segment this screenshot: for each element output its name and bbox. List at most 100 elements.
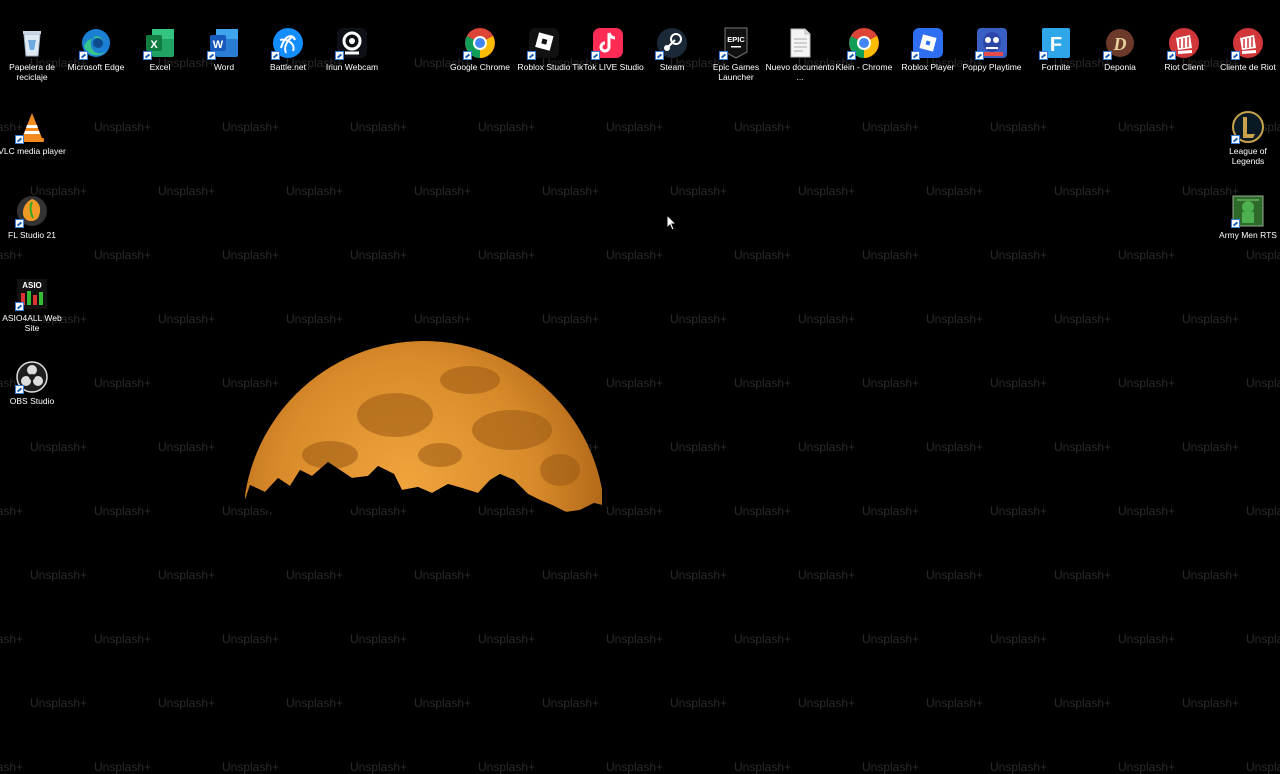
recycle-bin-icon: [15, 26, 49, 60]
desktop-icon-label: Google Chrome: [449, 62, 510, 72]
steam-icon: [655, 26, 689, 60]
shortcut-arrow-icon: [79, 51, 88, 60]
watermark-text: Unsplash+: [734, 760, 792, 774]
desktop-icon-label: ASIO4ALL Web Site: [2, 313, 62, 333]
shortcut-arrow-icon: [15, 135, 24, 144]
desktop-shortcut-edge[interactable]: Microsoft Edge: [64, 22, 128, 102]
epic-games-icon: EPIC: [719, 26, 753, 60]
desktop-icon-label: Excel: [149, 62, 171, 72]
desktop-shortcut-battlenet[interactable]: Battle.net: [256, 22, 320, 102]
fl-studio-icon: [15, 194, 49, 228]
chrome-icon: [847, 26, 881, 60]
desktop-shortcut-poppy-playtime[interactable]: Poppy Playtime: [960, 22, 1024, 102]
desktop-icon-label: Microsoft Edge: [67, 62, 125, 72]
desktop-shortcut-excel[interactable]: X Excel: [128, 22, 192, 102]
army-men-icon: [1231, 194, 1265, 228]
desktop[interactable]: Unsplash+ Unsplash+ Unsplash+ Unsplash+ Unsp…: [0, 0, 1280, 774]
desktop-icon-label: TikTok LIVE Studio: [572, 62, 644, 72]
shortcut-arrow-icon: [207, 51, 216, 60]
watermark-text: Unsplash+: [478, 760, 536, 774]
shortcut-arrow-icon: [1231, 135, 1240, 144]
desktop-shortcut-tiktok[interactable]: TikTok LIVE Studio: [572, 22, 644, 102]
shortcut-arrow-icon: [1231, 219, 1240, 228]
desktop-shortcut-deponia[interactable]: D Deponia: [1088, 22, 1152, 102]
desktop-icon-label: Cliente de Riot: [1220, 62, 1276, 72]
desktop-shortcut-roblox-studio[interactable]: Roblox Studio: [512, 22, 576, 102]
vlc-icon: [15, 110, 49, 144]
mouse-cursor-icon: [666, 214, 678, 231]
tiktok-icon: [591, 26, 625, 60]
svg-text:EPIC: EPIC: [727, 35, 745, 44]
desktop-shortcut-fortnite[interactable]: F Fortnite: [1024, 22, 1088, 102]
shortcut-arrow-icon: [143, 51, 152, 60]
watermark-text: Unsplash+: [0, 760, 24, 774]
svg-text:X: X: [150, 39, 158, 51]
excel-icon: X: [143, 26, 177, 60]
desktop-shortcut-riot[interactable]: Riot Client: [1152, 22, 1216, 102]
desktop-icon-label: Nuevo documento ...: [765, 62, 835, 82]
shortcut-arrow-icon: [271, 51, 280, 60]
shortcut-arrow-icon: [975, 51, 984, 60]
riot-icon: [1167, 26, 1201, 60]
roblox-studio-icon: [527, 26, 561, 60]
chrome-icon: [463, 26, 497, 60]
shortcut-arrow-icon: [1167, 51, 1176, 60]
desktop-shortcut-roblox-player[interactable]: Roblox Player: [896, 22, 960, 102]
desktop-shortcut-recycle-bin[interactable]: Papelera de reciclaje: [0, 22, 64, 102]
desktop-shortcut-steam[interactable]: Steam: [640, 22, 704, 102]
desktop-icon-label: League of Legends: [1229, 146, 1267, 166]
poppy-playtime-icon: [975, 26, 1009, 60]
desktop-shortcut-webcam[interactable]: Iriun Webcam: [320, 22, 384, 102]
desktop-icon-label: Iriun Webcam: [325, 62, 379, 72]
desktop-icon-label: Deponia: [1104, 62, 1136, 72]
desktop-icon-label: Poppy Playtime: [962, 62, 1022, 72]
desktop-icon-label: Steam: [659, 62, 685, 72]
desktop-shortcut-epic-games[interactable]: EPIC Epic Games Launcher: [704, 22, 768, 102]
svg-text:ASIO: ASIO: [22, 281, 42, 290]
desktop-icon-label: VLC media player: [0, 146, 66, 156]
watermark-text: Unsplash+: [990, 760, 1048, 774]
desktop-shortcut-vlc[interactable]: VLC media player: [0, 106, 66, 186]
shortcut-arrow-icon: [15, 219, 24, 228]
deponia-icon: D: [1103, 26, 1137, 60]
desktop-shortcut-army-men[interactable]: Army Men RTS: [1216, 190, 1280, 270]
watermark-text: Unsplash+: [862, 760, 920, 774]
league-icon: [1231, 110, 1265, 144]
desktop-shortcut-fl-studio[interactable]: FL Studio 21: [0, 190, 64, 270]
desktop-shortcut-obs[interactable]: OBS Studio: [0, 356, 64, 436]
shortcut-arrow-icon: [655, 51, 664, 60]
desktop-shortcut-asio[interactable]: ASIO ASIO4ALL Web Site: [0, 273, 64, 353]
desktop-shortcut-chrome[interactable]: Google Chrome: [448, 22, 512, 102]
desktop-shortcut-chrome[interactable]: Klein - Chrome: [832, 22, 896, 102]
shortcut-arrow-icon: [463, 51, 472, 60]
watermark-text: Unsplash+: [94, 760, 152, 774]
document-icon: [783, 26, 817, 60]
roblox-player-icon: [911, 26, 945, 60]
shortcut-arrow-icon: [591, 51, 600, 60]
desktop-shortcut-word[interactable]: W Word: [192, 22, 256, 102]
desktop-icon-label: Battle.net: [270, 62, 306, 72]
watermark-text: Unsplash+: [222, 760, 280, 774]
svg-text:D: D: [1113, 34, 1127, 54]
shortcut-arrow-icon: [527, 51, 536, 60]
desktop-shortcut-riot[interactable]: Cliente de Riot: [1216, 22, 1280, 102]
desktop-icon-label: FL Studio 21: [8, 230, 56, 240]
shortcut-arrow-icon: [1231, 51, 1240, 60]
desktop-icon-label: Roblox Studio: [517, 62, 571, 72]
riot-icon: [1231, 26, 1265, 60]
shortcut-arrow-icon: [15, 385, 24, 394]
shortcut-arrow-icon: [847, 51, 856, 60]
desktop-shortcut-document[interactable]: Nuevo documento ...: [766, 22, 835, 102]
desktop-icon-label: OBS Studio: [9, 396, 55, 406]
webcam-icon: [335, 26, 369, 60]
shortcut-arrow-icon: [15, 302, 24, 311]
obs-icon: [15, 360, 49, 394]
desktop-shortcut-league[interactable]: League of Legends: [1216, 106, 1280, 186]
battlenet-icon: [271, 26, 305, 60]
word-icon: W: [207, 26, 241, 60]
shortcut-arrow-icon: [335, 51, 344, 60]
desktop-icon-label: Papelera de reciclaje: [9, 62, 55, 82]
desktop-icon-label: Riot Client: [1164, 62, 1204, 72]
shortcut-arrow-icon: [1039, 51, 1048, 60]
svg-text:F: F: [1050, 34, 1062, 56]
